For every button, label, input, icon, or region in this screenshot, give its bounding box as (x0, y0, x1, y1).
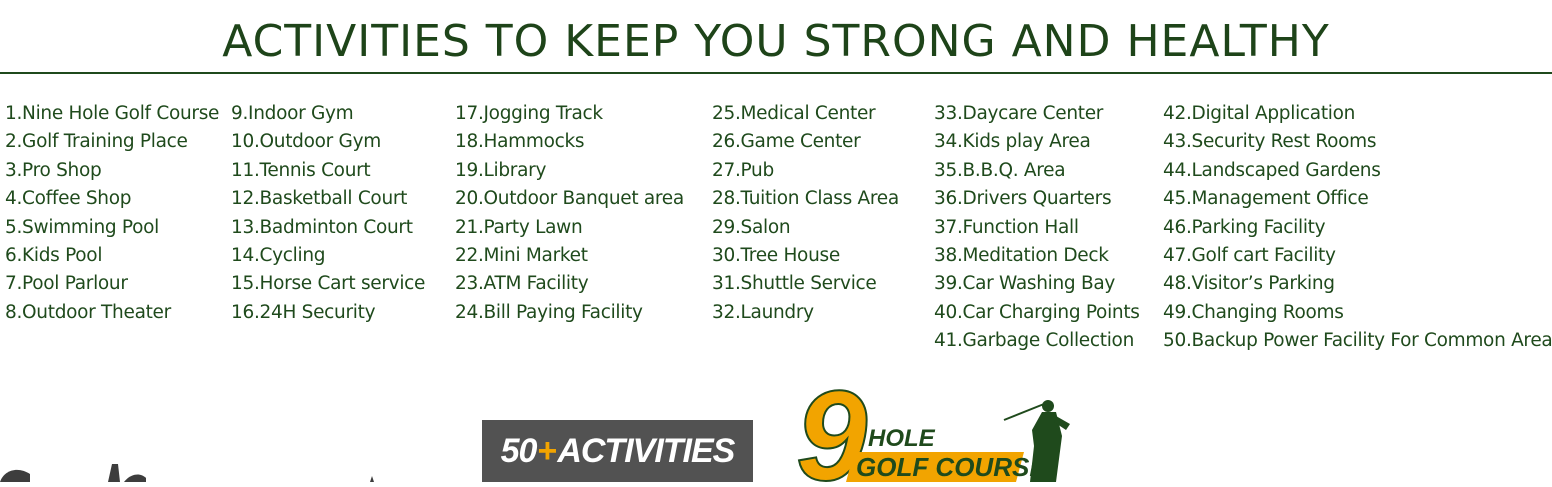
activity-item: 34.Kids play Area (934, 131, 1091, 153)
activity-item: 50.Backup Power Facility For Common Area (1163, 330, 1552, 352)
activity-item: 23.ATM Facility (455, 273, 589, 295)
activity-item: 25.Medical Center (712, 103, 876, 124)
activity-item: 17.Jogging Track (455, 103, 603, 124)
activity-item: 16.24H Security (231, 301, 376, 323)
activity-item: 28.Tuition Class Area (712, 188, 899, 210)
activity-item: 42.Digital Application (1163, 103, 1356, 124)
badge-number: 50 (500, 431, 538, 470)
activity-item: 31.Shuttle Service (712, 273, 877, 295)
activity-item: 45.Management Office (1163, 188, 1369, 210)
activity-item: 39.Car Washing Bay (934, 273, 1116, 295)
activity-item: 46.Parking Facility (1163, 216, 1326, 238)
activity-item: 36.Drivers Quarters (934, 188, 1112, 210)
activity-item: 48.Visitor’s Parking (1163, 273, 1335, 295)
activity-item: 41.Garbage Collection (934, 330, 1134, 352)
activity-item: 29.Salon (712, 216, 791, 238)
activities-badge: 50 + ACTIVITIES (482, 420, 753, 482)
activity-item: 3.Pro Shop (5, 159, 102, 181)
activity-item: 7.Pool Parlour (5, 273, 128, 295)
activity-item: 5.Swimming Pool (5, 216, 159, 238)
activity-item: 1.Nine Hole Golf Course (5, 103, 220, 124)
activity-item: 49.Changing Rooms (1163, 301, 1344, 323)
activity-item: 32.Laundry (712, 301, 814, 323)
activity-item: 10.Outdoor Gym (231, 131, 381, 153)
activity-item: 33.Daycare Center (934, 103, 1104, 124)
activity-column-4: 25.Medical Center 26.Game Center 27.Pub 28.… (712, 100, 899, 327)
activity-item: 12.Basketball Court (231, 188, 408, 210)
decorative-illustration (0, 460, 400, 482)
golf-course-logo: 9 HOLE GOLF COURSE (794, 364, 1084, 487)
golf-logo-line2: GOLF COURSE (856, 452, 1047, 482)
activity-item: 19.Library (455, 159, 547, 181)
activity-column-5: 33.Daycare Center 34.Kids play Area 35.B.B… (934, 100, 1140, 356)
activity-item: 22.Mini Market (455, 245, 588, 267)
activity-item: 35.B.B.Q. Area (934, 159, 1066, 181)
activity-item: 2.Golf Training Place (5, 131, 188, 153)
activity-item: 21.Party Lawn (455, 216, 583, 238)
activity-item: 18.Hammocks (455, 131, 585, 153)
activity-item: 20.Outdoor Banquet area (455, 188, 684, 210)
activity-item: 13.Badminton Court (231, 216, 413, 238)
activity-item: 11.Tennis Court (231, 159, 371, 181)
activity-item: 27.Pub (712, 159, 774, 181)
badge-text: ACTIVITIES (557, 431, 735, 470)
page-title: ACTIVITIES TO KEEP YOU STRONG AND HEALTH… (222, 16, 1330, 67)
activity-column-1: 1.Nine Hole Golf Course 2.Golf Training P… (5, 100, 219, 327)
activity-item: 44.Landscaped Gardens (1163, 159, 1381, 181)
golf-logo-line1: HOLE (868, 425, 936, 452)
activity-item: 40.Car Charging Points (934, 301, 1140, 323)
activity-item: 9.Indoor Gym (231, 103, 354, 124)
activity-item: 26.Game Center (712, 131, 861, 153)
activity-item: 14.Cycling (231, 245, 326, 267)
activity-column-2: 9.Indoor Gym 10.Outdoor Gym 11.Tennis Cour… (231, 100, 425, 327)
activity-item: 47.Golf cart Facility (1163, 245, 1336, 267)
activity-item: 38.Meditation Deck (934, 245, 1109, 267)
activity-item: 30.Tree House (712, 245, 840, 267)
activity-item: 6.Kids Pool (5, 245, 103, 267)
activity-column-3: 17.Jogging Track 18.Hammocks 19.Library 20.… (455, 100, 684, 327)
activity-item: 4.Coffee Shop (5, 188, 132, 210)
activity-item: 24.Bill Paying Facility (455, 301, 643, 323)
activity-item: 37.Function Hall (934, 216, 1079, 238)
activity-item: 15.Horse Cart service (231, 273, 426, 295)
activity-item: 8.Outdoor Theater (5, 301, 171, 323)
title-divider (0, 72, 1552, 74)
badge-plus: + (537, 431, 557, 470)
activity-item: 43.Security Rest Rooms (1163, 131, 1377, 153)
activity-column-6: 42.Digital Application 43.Security Rest R… (1163, 100, 1552, 356)
